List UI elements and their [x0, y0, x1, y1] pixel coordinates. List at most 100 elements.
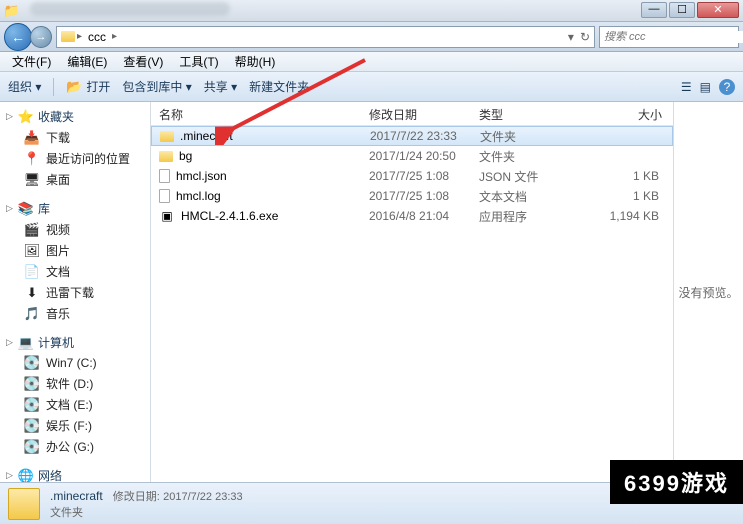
- recent-icon: 📍: [24, 151, 40, 167]
- file-size: 1 KB: [571, 169, 671, 183]
- file-list: 名称 修改日期 类型 大小 .minecraft 2017/7/22 23:33 文…: [151, 102, 673, 482]
- menu-file[interactable]: 文件(F): [4, 53, 59, 70]
- chevron-right-icon: ▸: [112, 31, 117, 42]
- breadcrumb-item[interactable]: ccc: [84, 30, 110, 44]
- minimize-button[interactable]: —: [641, 2, 667, 18]
- search-box[interactable]: 🔍: [599, 26, 739, 48]
- menu-help[interactable]: 帮助(H): [227, 53, 284, 70]
- sidebar-drive-c[interactable]: 💽Win7 (C:): [0, 353, 150, 373]
- title-blur: [30, 2, 230, 16]
- sidebar-videos[interactable]: 🎬视频: [0, 219, 150, 240]
- sidebar-drive-g[interactable]: 💽办公 (G:): [0, 436, 150, 457]
- nav-forward-button[interactable]: →: [30, 26, 52, 48]
- share-button[interactable]: 共享 ▾: [204, 78, 237, 95]
- column-name[interactable]: 名称: [151, 102, 361, 125]
- drive-icon: 💽: [24, 418, 40, 434]
- sidebar-pictures[interactable]: 🖼图片: [0, 240, 150, 261]
- column-date[interactable]: 修改日期: [361, 102, 471, 125]
- search-input[interactable]: [604, 31, 743, 43]
- xunlei-icon: ⬇: [24, 285, 40, 301]
- sidebar-drive-e[interactable]: 💽文档 (E:): [0, 394, 150, 415]
- drive-icon: 💽: [24, 397, 40, 413]
- chevron-right-icon: ▸: [77, 31, 82, 42]
- file-date: 2017/1/24 20:50: [361, 149, 471, 163]
- drive-icon: 💽: [24, 376, 40, 392]
- watermark: 6399游戏: [610, 460, 743, 504]
- picture-icon: 🖼: [24, 243, 40, 259]
- file-row[interactable]: hmcl.json2017/7/25 1:08JSON 文件1 KB: [151, 166, 673, 186]
- maximize-button[interactable]: ☐: [669, 2, 695, 18]
- menu-tools[interactable]: 工具(T): [171, 53, 226, 70]
- library-icon: 📚: [18, 201, 34, 217]
- sidebar-libraries-header[interactable]: ▷📚库: [0, 198, 150, 219]
- file-date: 2017/7/22 23:33: [362, 129, 472, 143]
- column-headers: 名称 修改日期 类型 大小: [151, 102, 673, 126]
- music-icon: 🎵: [24, 306, 40, 322]
- open-button[interactable]: 📂打开: [66, 78, 110, 95]
- sidebar-xunlei[interactable]: ⬇迅雷下载: [0, 282, 150, 303]
- file-name: hmcl.log: [176, 189, 221, 203]
- file-type: 应用程序: [471, 208, 571, 225]
- sidebar-drive-d[interactable]: 💽软件 (D:): [0, 373, 150, 394]
- file-date: 2017/7/25 1:08: [361, 189, 471, 203]
- file-size: 1 KB: [571, 189, 671, 203]
- folder-icon: [61, 31, 75, 42]
- column-type[interactable]: 类型: [471, 102, 571, 125]
- open-icon: 📂: [66, 79, 82, 95]
- computer-icon: 💻: [18, 335, 34, 351]
- network-icon: 🌐: [18, 468, 34, 483]
- file-date: 2017/7/25 1:08: [361, 169, 471, 183]
- sidebar-music[interactable]: 🎵音乐: [0, 303, 150, 324]
- title-bar: 📁 — ☐ ✕: [0, 0, 743, 22]
- file-area: 名称 修改日期 类型 大小 .minecraft 2017/7/22 23:33 文…: [151, 102, 743, 482]
- breadcrumb-dropdown[interactable]: ▾: [568, 30, 574, 44]
- desktop-icon: 🖥: [24, 172, 40, 188]
- file-name: HMCL-2.4.1.6.exe: [181, 209, 278, 223]
- organize-button[interactable]: 组织 ▾: [8, 78, 41, 95]
- menu-view[interactable]: 查看(V): [115, 53, 171, 70]
- drive-icon: 💽: [24, 355, 40, 371]
- newfolder-button[interactable]: 新建文件夹: [249, 78, 309, 95]
- include-button[interactable]: 包含到库中 ▾: [122, 78, 191, 95]
- app-icon: 📁: [4, 3, 20, 19]
- file-type: 文件夹: [471, 148, 571, 165]
- document-icon: 📄: [24, 264, 40, 280]
- main-area: ▷⭐收藏夹 📥下载 📍最近访问的位置 🖥桌面 ▷📚库 🎬视频 🖼图片 📄文档 ⬇…: [0, 102, 743, 482]
- close-button[interactable]: ✕: [697, 2, 739, 18]
- file-name: .minecraft: [180, 129, 233, 143]
- nav-back-button[interactable]: ←: [4, 23, 32, 51]
- menu-edit[interactable]: 编辑(E): [59, 53, 115, 70]
- sidebar-downloads[interactable]: 📥下载: [0, 127, 150, 148]
- file-row[interactable]: bg2017/1/24 20:50文件夹: [151, 146, 673, 166]
- preview-pane: 没有预览。: [673, 102, 743, 482]
- file-row[interactable]: .minecraft2017/7/22 23:33文件夹: [151, 126, 673, 146]
- column-size[interactable]: 大小: [571, 102, 671, 125]
- file-row[interactable]: ▣HMCL-2.4.1.6.exe2016/4/8 21:04应用程序1,194…: [151, 206, 673, 226]
- status-date-label: 修改日期:: [113, 491, 160, 503]
- menu-bar: 文件(F) 编辑(E) 查看(V) 工具(T) 帮助(H): [0, 52, 743, 72]
- folder-icon: [160, 131, 174, 142]
- file-type: JSON 文件: [471, 168, 571, 185]
- file-icon: [159, 169, 170, 183]
- sidebar-computer-header[interactable]: ▷💻计算机: [0, 332, 150, 353]
- file-row[interactable]: hmcl.log 2017/7/25 1:08文本文档1 KB: [151, 186, 673, 206]
- sidebar-documents[interactable]: 📄文档: [0, 261, 150, 282]
- sidebar-recent[interactable]: 📍最近访问的位置: [0, 148, 150, 169]
- status-name: .minecraft: [50, 489, 103, 503]
- video-icon: 🎬: [24, 222, 40, 238]
- view-mode-button[interactable]: ☰: [681, 80, 692, 94]
- folder-icon: [159, 151, 173, 162]
- sidebar: ▷⭐收藏夹 📥下载 📍最近访问的位置 🖥桌面 ▷📚库 🎬视频 🖼图片 📄文档 ⬇…: [0, 102, 151, 482]
- refresh-icon[interactable]: ↻: [580, 30, 590, 44]
- status-type: 文件夹: [50, 504, 243, 520]
- toolbar: 组织 ▾ 📂打开 包含到库中 ▾ 共享 ▾ 新建文件夹 ☰ ▤ ?: [0, 72, 743, 102]
- sidebar-favorites-header[interactable]: ▷⭐收藏夹: [0, 106, 150, 127]
- help-button[interactable]: ?: [719, 79, 735, 95]
- breadcrumb[interactable]: ▸ ccc ▸ ▾ ↻: [56, 26, 595, 48]
- preview-pane-button[interactable]: ▤: [700, 80, 711, 94]
- sidebar-desktop[interactable]: 🖥桌面: [0, 169, 150, 190]
- sidebar-network-header[interactable]: ▷🌐网络: [0, 465, 150, 482]
- file-type: 文本文档: [471, 188, 571, 205]
- sidebar-drive-f[interactable]: 💽娱乐 (F:): [0, 415, 150, 436]
- file-date: 2016/4/8 21:04: [361, 209, 471, 223]
